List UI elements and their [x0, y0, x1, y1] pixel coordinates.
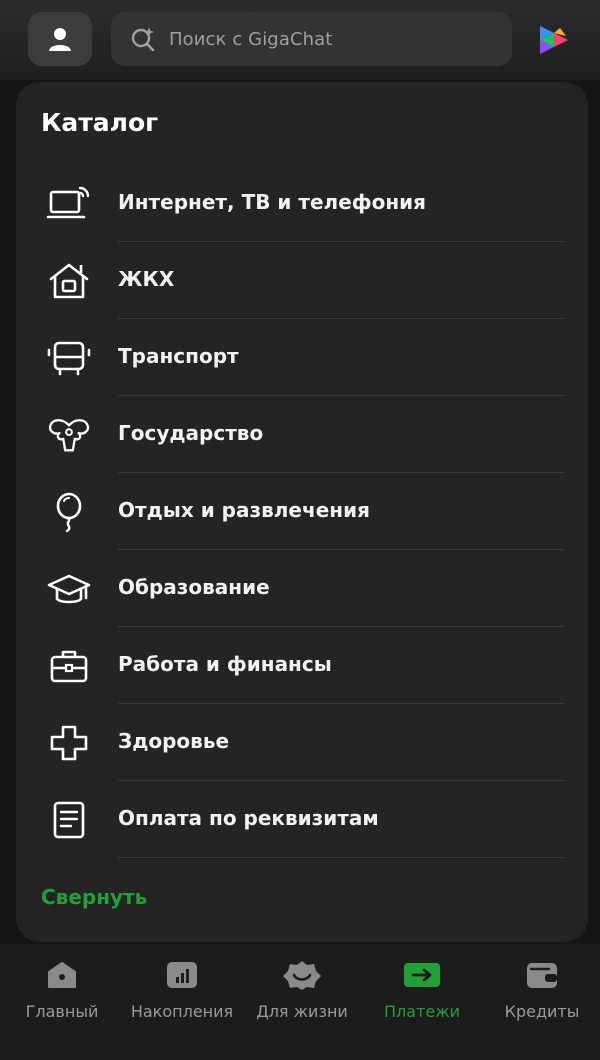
briefcase-icon — [46, 645, 92, 687]
catalog-panel: Каталог Интернет, ТВ и телефония ЖКХ Тра… — [16, 82, 588, 942]
gigachat-search-icon — [129, 25, 157, 53]
catalog-item-label: Интернет, ТВ и телефония — [118, 190, 427, 214]
tab-label: Кредиты — [504, 1002, 580, 1021]
wallet-icon — [525, 958, 559, 992]
catalog-item-internet[interactable]: Интернет, ТВ и телефония — [16, 165, 588, 242]
catalog-item-label: Работа и финансы — [118, 652, 332, 676]
smile-icon — [282, 958, 322, 992]
catalog-item-government[interactable]: Государство — [16, 396, 588, 473]
document-icon — [46, 799, 92, 841]
tab-label: Для жизни — [256, 1002, 348, 1021]
search-input[interactable]: Поиск с GigaChat — [111, 12, 512, 66]
tab-savings[interactable]: Накопления — [122, 958, 242, 1028]
bottom-tab-bar: Главный Накопления Для жизни Платежи Кре… — [0, 944, 600, 1060]
catalog-item-label: Государство — [118, 421, 264, 445]
tab-label: Главный — [25, 1002, 99, 1021]
tab-label: Накопления — [130, 1002, 234, 1021]
tab-home[interactable]: Главный — [2, 958, 122, 1028]
search-placeholder: Поиск с GigaChat — [169, 28, 333, 50]
savings-chart-icon — [166, 958, 198, 992]
payments-arrow-icon — [403, 958, 441, 992]
catalog-item-label: Образование — [118, 575, 270, 599]
catalog-item-transport[interactable]: Транспорт — [16, 319, 588, 396]
assistant-logo-icon — [540, 26, 568, 54]
top-bar: Поиск с GigaChat — [0, 0, 600, 80]
home-icon — [45, 958, 79, 992]
graduation-cap-icon — [46, 568, 92, 610]
balloon-icon — [46, 491, 92, 533]
emblem-icon — [46, 414, 92, 456]
tab-payments[interactable]: Платежи — [362, 958, 482, 1028]
catalog-item-work-finance[interactable]: Работа и финансы — [16, 627, 588, 704]
tab-for-life[interactable]: Для жизни — [242, 958, 362, 1028]
laptop-wifi-icon — [46, 183, 92, 225]
catalog-item-leisure[interactable]: Отдых и развлечения — [16, 473, 588, 550]
catalog-title: Каталог — [41, 108, 159, 137]
catalog-item-health[interactable]: Здоровье — [16, 704, 588, 781]
divider — [118, 857, 564, 858]
user-icon — [49, 28, 71, 51]
tab-label: Платежи — [383, 1002, 461, 1021]
catalog-item-label: Оплата по реквизитам — [118, 806, 379, 830]
catalog-item-label: ЖКХ — [118, 267, 175, 291]
assistant-button[interactable] — [534, 22, 572, 58]
catalog-item-pay-by-details[interactable]: Оплата по реквизитам — [16, 781, 588, 858]
catalog-item-education[interactable]: Образование — [16, 550, 588, 627]
catalog-item-label: Здоровье — [118, 729, 230, 753]
house-icon — [46, 260, 92, 302]
tab-credits[interactable]: Кредиты — [482, 958, 600, 1028]
profile-button[interactable] — [28, 12, 92, 66]
medical-cross-icon — [46, 722, 92, 764]
catalog-item-label: Отдых и развлечения — [118, 498, 370, 522]
catalog-list: Интернет, ТВ и телефония ЖКХ Транспорт Г… — [16, 165, 588, 858]
catalog-item-label: Транспорт — [118, 344, 239, 368]
bus-icon — [46, 337, 92, 379]
catalog-item-utilities[interactable]: ЖКХ — [16, 242, 588, 319]
collapse-button[interactable]: Свернуть — [41, 885, 147, 909]
